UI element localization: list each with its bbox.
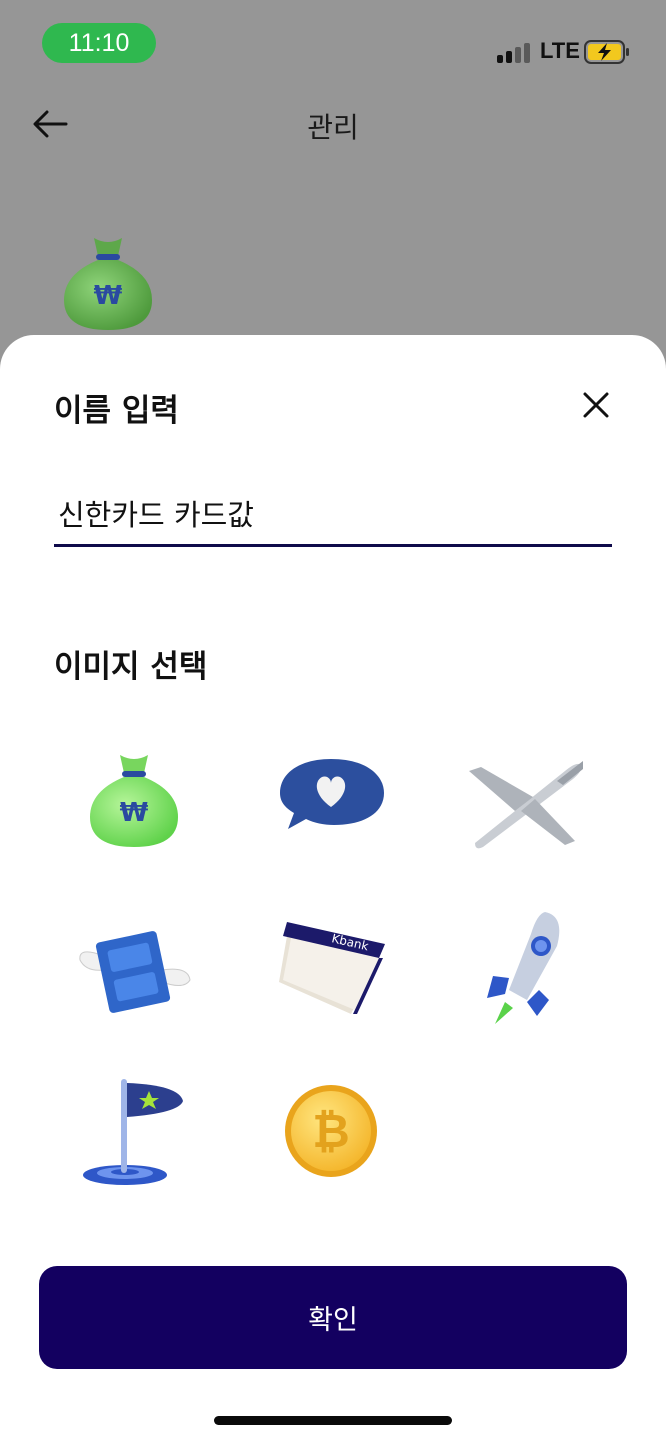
confirm-button[interactable]: 확인 [39,1266,627,1369]
money-bag-icon: ₩ [90,755,178,847]
sheet-title: 이름 입력 [54,393,179,429]
name-input[interactable] [54,481,612,547]
winged-cash-icon [79,931,191,1013]
image-option-flag[interactable] [69,1066,199,1196]
home-indicator [214,1416,452,1425]
image-section-title: 이미지 선택 [54,649,208,685]
image-option-winged-cash[interactable] [69,901,199,1031]
svg-text:₿: ₿ [312,1104,350,1158]
money-bag-icon: ₩ [64,238,152,330]
bottom-sheet: 이름 입력 이미지 선택 ₩ [0,335,666,1440]
image-option-airplane[interactable] [460,736,590,866]
heart-speech-bubble-icon [280,759,384,829]
image-option-rocket[interactable] [460,901,590,1031]
image-option-heart-bubble[interactable] [266,731,396,861]
kbank-passbook-icon: Kbank [279,922,385,1014]
close-icon[interactable] [578,387,614,423]
svg-text:₩: ₩ [120,798,149,828]
network-type: LTE [540,38,580,63]
svg-text:₩: ₩ [94,281,123,311]
image-option-kbank-passbook[interactable]: Kbank [266,901,396,1031]
page-title: 관리 [307,111,359,144]
flag-icon [83,1079,183,1185]
image-option-bitcoin[interactable]: ₿ [266,1066,396,1196]
status-bar: 11:10 LTE [0,0,666,90]
nav-bar: 관리 [0,90,666,160]
image-option-money-bag[interactable]: ₩ [69,736,199,866]
bitcoin-icon: ₿ [285,1085,377,1177]
signal-strength-icon [497,41,530,63]
battery-charging-icon [584,40,629,64]
rocket-icon [487,912,560,1024]
airplane-icon [469,761,583,849]
status-time: 11:10 [42,23,156,63]
